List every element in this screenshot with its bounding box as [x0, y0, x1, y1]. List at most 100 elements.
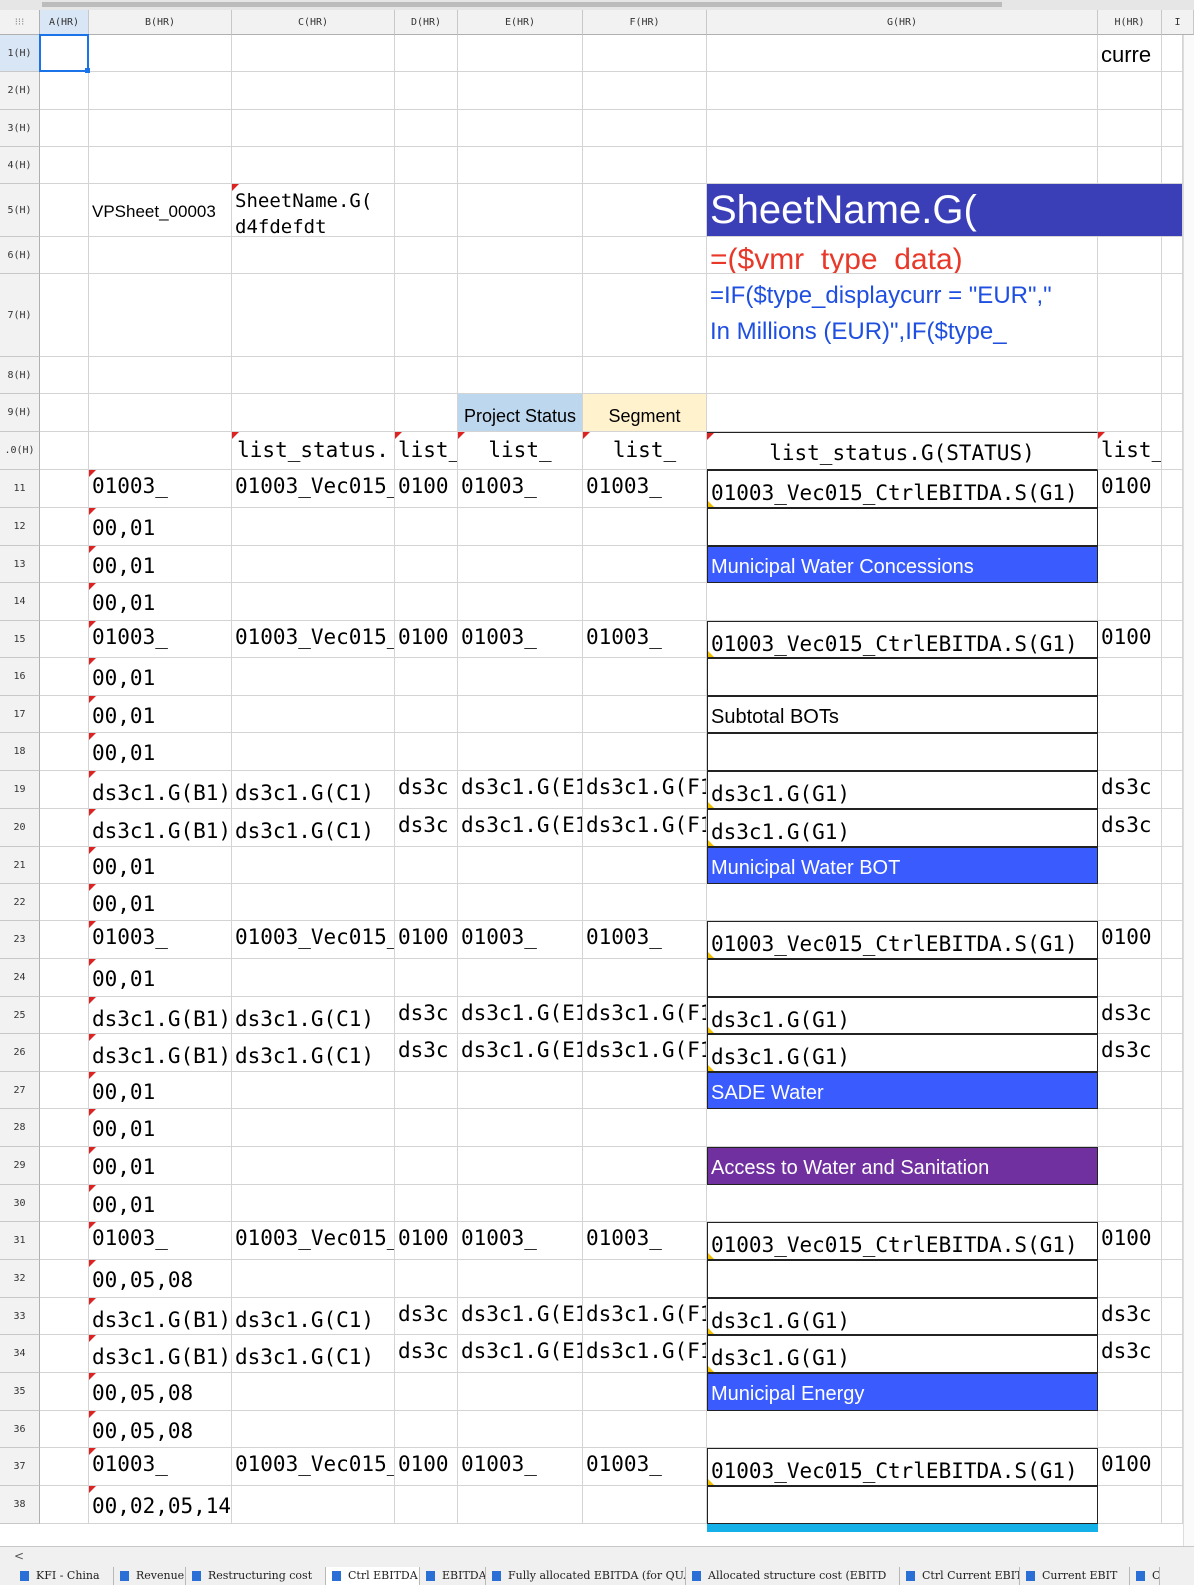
grid-cell[interactable]	[1098, 110, 1162, 147]
cell-c10[interactable]: list_status.	[232, 432, 395, 470]
grid-cell[interactable]	[40, 1260, 89, 1298]
grid-cell[interactable]	[1098, 733, 1162, 771]
sheet-tab[interactable]: Ctrl Current EBIT	[900, 1567, 1020, 1585]
grid-cell[interactable]	[232, 658, 395, 696]
grid-cell[interactable]	[40, 508, 89, 546]
grid-cell[interactable]	[583, 546, 707, 583]
select-all-corner[interactable]: ⁝⁝⁝	[0, 10, 40, 35]
grid-cell[interactable]	[232, 1185, 395, 1222]
grid-cell[interactable]	[707, 110, 1098, 147]
cell-h10[interactable]: list_	[1098, 432, 1162, 470]
grid-cell[interactable]	[707, 884, 1098, 921]
cell-f10[interactable]: list_	[583, 432, 707, 470]
grid-cell[interactable]	[1162, 1222, 1183, 1260]
grid-cell[interactable]	[1162, 432, 1183, 470]
grid-cell[interactable]	[232, 546, 395, 583]
grid-cell[interactable]	[232, 1109, 395, 1147]
cell-b27[interactable]: 00,01	[89, 1072, 232, 1109]
row-header[interactable]: 21	[0, 847, 40, 884]
grid-cell[interactable]	[232, 394, 395, 432]
column-header-i[interactable]: I	[1162, 10, 1194, 35]
cell-b16[interactable]: 00,01	[89, 658, 232, 696]
top-scrollbar-thumb[interactable]	[42, 2, 1002, 7]
cell-h26[interactable]: ds3c	[1098, 1034, 1162, 1072]
cell-h23[interactable]: 0100	[1098, 921, 1162, 959]
cell-d31[interactable]: 0100	[395, 1222, 458, 1260]
row-header[interactable]: 32	[0, 1260, 40, 1298]
cell-e37[interactable]: 01003_	[458, 1448, 583, 1486]
cell-b25[interactable]: ds3c1.G(B1)	[89, 997, 232, 1034]
sheet-tab[interactable]: Ctrl EBITDA	[326, 1567, 420, 1585]
cell-b32[interactable]: 00,05,08	[89, 1260, 232, 1298]
grid-cell[interactable]	[40, 658, 89, 696]
cell-g38-boxed[interactable]	[707, 1486, 1098, 1524]
band-sade-water[interactable]: SADE Water	[707, 1072, 1098, 1109]
grid-cell[interactable]	[583, 959, 707, 997]
grid-cell[interactable]	[89, 357, 232, 394]
grid-cell[interactable]	[1098, 959, 1162, 997]
grid-cell[interactable]	[583, 1185, 707, 1222]
cell-h19[interactable]: ds3c	[1098, 771, 1162, 809]
grid-cell[interactable]	[583, 884, 707, 921]
grid-cell[interactable]	[89, 72, 232, 110]
cell-g20[interactable]: ds3c1.G(G1)	[707, 809, 1098, 847]
cell-g23[interactable]: 01003_Vec015_CtrlEBITDA.S(G1)	[707, 921, 1098, 959]
grid-cell[interactable]	[1162, 959, 1183, 997]
grid-cell[interactable]	[583, 72, 707, 110]
grid-cell[interactable]	[1162, 110, 1183, 147]
row-header[interactable]: 36	[0, 1411, 40, 1448]
cell-e34[interactable]: ds3c1.G(E1	[458, 1335, 583, 1373]
cell-g19[interactable]: ds3c1.G(G1)	[707, 771, 1098, 809]
grid-cell[interactable]	[583, 1260, 707, 1298]
grid-cell[interactable]	[40, 1373, 89, 1411]
grid-cell[interactable]	[707, 35, 1098, 72]
column-header-g[interactable]: G(HR)	[707, 10, 1098, 35]
cell-f19[interactable]: ds3c1.G(F1	[583, 771, 707, 809]
grid-cell[interactable]	[1162, 1260, 1183, 1298]
grid-cell[interactable]	[1162, 274, 1183, 357]
grid-cell[interactable]	[232, 1411, 395, 1448]
grid-cell[interactable]	[89, 394, 232, 432]
grid-cell[interactable]	[583, 847, 707, 884]
grid-cell[interactable]	[583, 508, 707, 546]
grid-cell[interactable]	[1098, 658, 1162, 696]
grid-cell[interactable]	[395, 1373, 458, 1411]
fill-handle[interactable]	[85, 68, 90, 73]
grid-cell[interactable]	[89, 432, 232, 470]
grid-cell[interactable]	[232, 274, 395, 357]
grid-cell[interactable]	[1162, 771, 1183, 809]
grid-cell[interactable]	[583, 147, 707, 184]
cell-f15[interactable]: 01003_	[583, 621, 707, 658]
cell-b19[interactable]: ds3c1.G(B1)	[89, 771, 232, 809]
grid-cell[interactable]	[395, 147, 458, 184]
grid-cell[interactable]	[395, 72, 458, 110]
grid-cell[interactable]	[1098, 147, 1162, 184]
cell-c5[interactable]: SheetName.G(d4fdefdt	[232, 184, 395, 274]
row-header[interactable]: 20	[0, 809, 40, 847]
grid-cell[interactable]	[458, 184, 583, 237]
cell-d23[interactable]: 0100	[395, 921, 458, 959]
cell-c11[interactable]: 01003_Vec015_	[232, 470, 395, 508]
grid-cell[interactable]	[1162, 1072, 1183, 1109]
cell-d34[interactable]: ds3c	[395, 1335, 458, 1373]
grid-cell[interactable]	[40, 357, 89, 394]
cell-c23[interactable]: 01003_Vec015_	[232, 921, 395, 959]
grid-cell[interactable]	[1098, 1072, 1162, 1109]
cell-h37[interactable]: 0100	[1098, 1448, 1162, 1486]
grid-cell[interactable]	[395, 274, 458, 357]
row-header[interactable]: 2(H)	[0, 72, 40, 110]
grid-cell[interactable]	[395, 884, 458, 921]
grid-cell[interactable]	[1162, 357, 1183, 394]
grid-cell[interactable]	[1098, 1147, 1162, 1185]
grid-cell[interactable]	[583, 1109, 707, 1147]
grid-cell[interactable]	[458, 508, 583, 546]
grid-cell[interactable]	[89, 147, 232, 184]
grid-cell[interactable]	[40, 1222, 89, 1260]
grid-cell[interactable]	[1162, 696, 1183, 733]
sheet-tab[interactable]: Current EBIT	[1020, 1567, 1130, 1585]
grid-cell[interactable]	[458, 147, 583, 184]
grid-cell[interactable]	[40, 583, 89, 621]
row-header[interactable]: 28	[0, 1109, 40, 1147]
grid-cell[interactable]	[707, 583, 1098, 621]
grid-cell[interactable]	[395, 1072, 458, 1109]
